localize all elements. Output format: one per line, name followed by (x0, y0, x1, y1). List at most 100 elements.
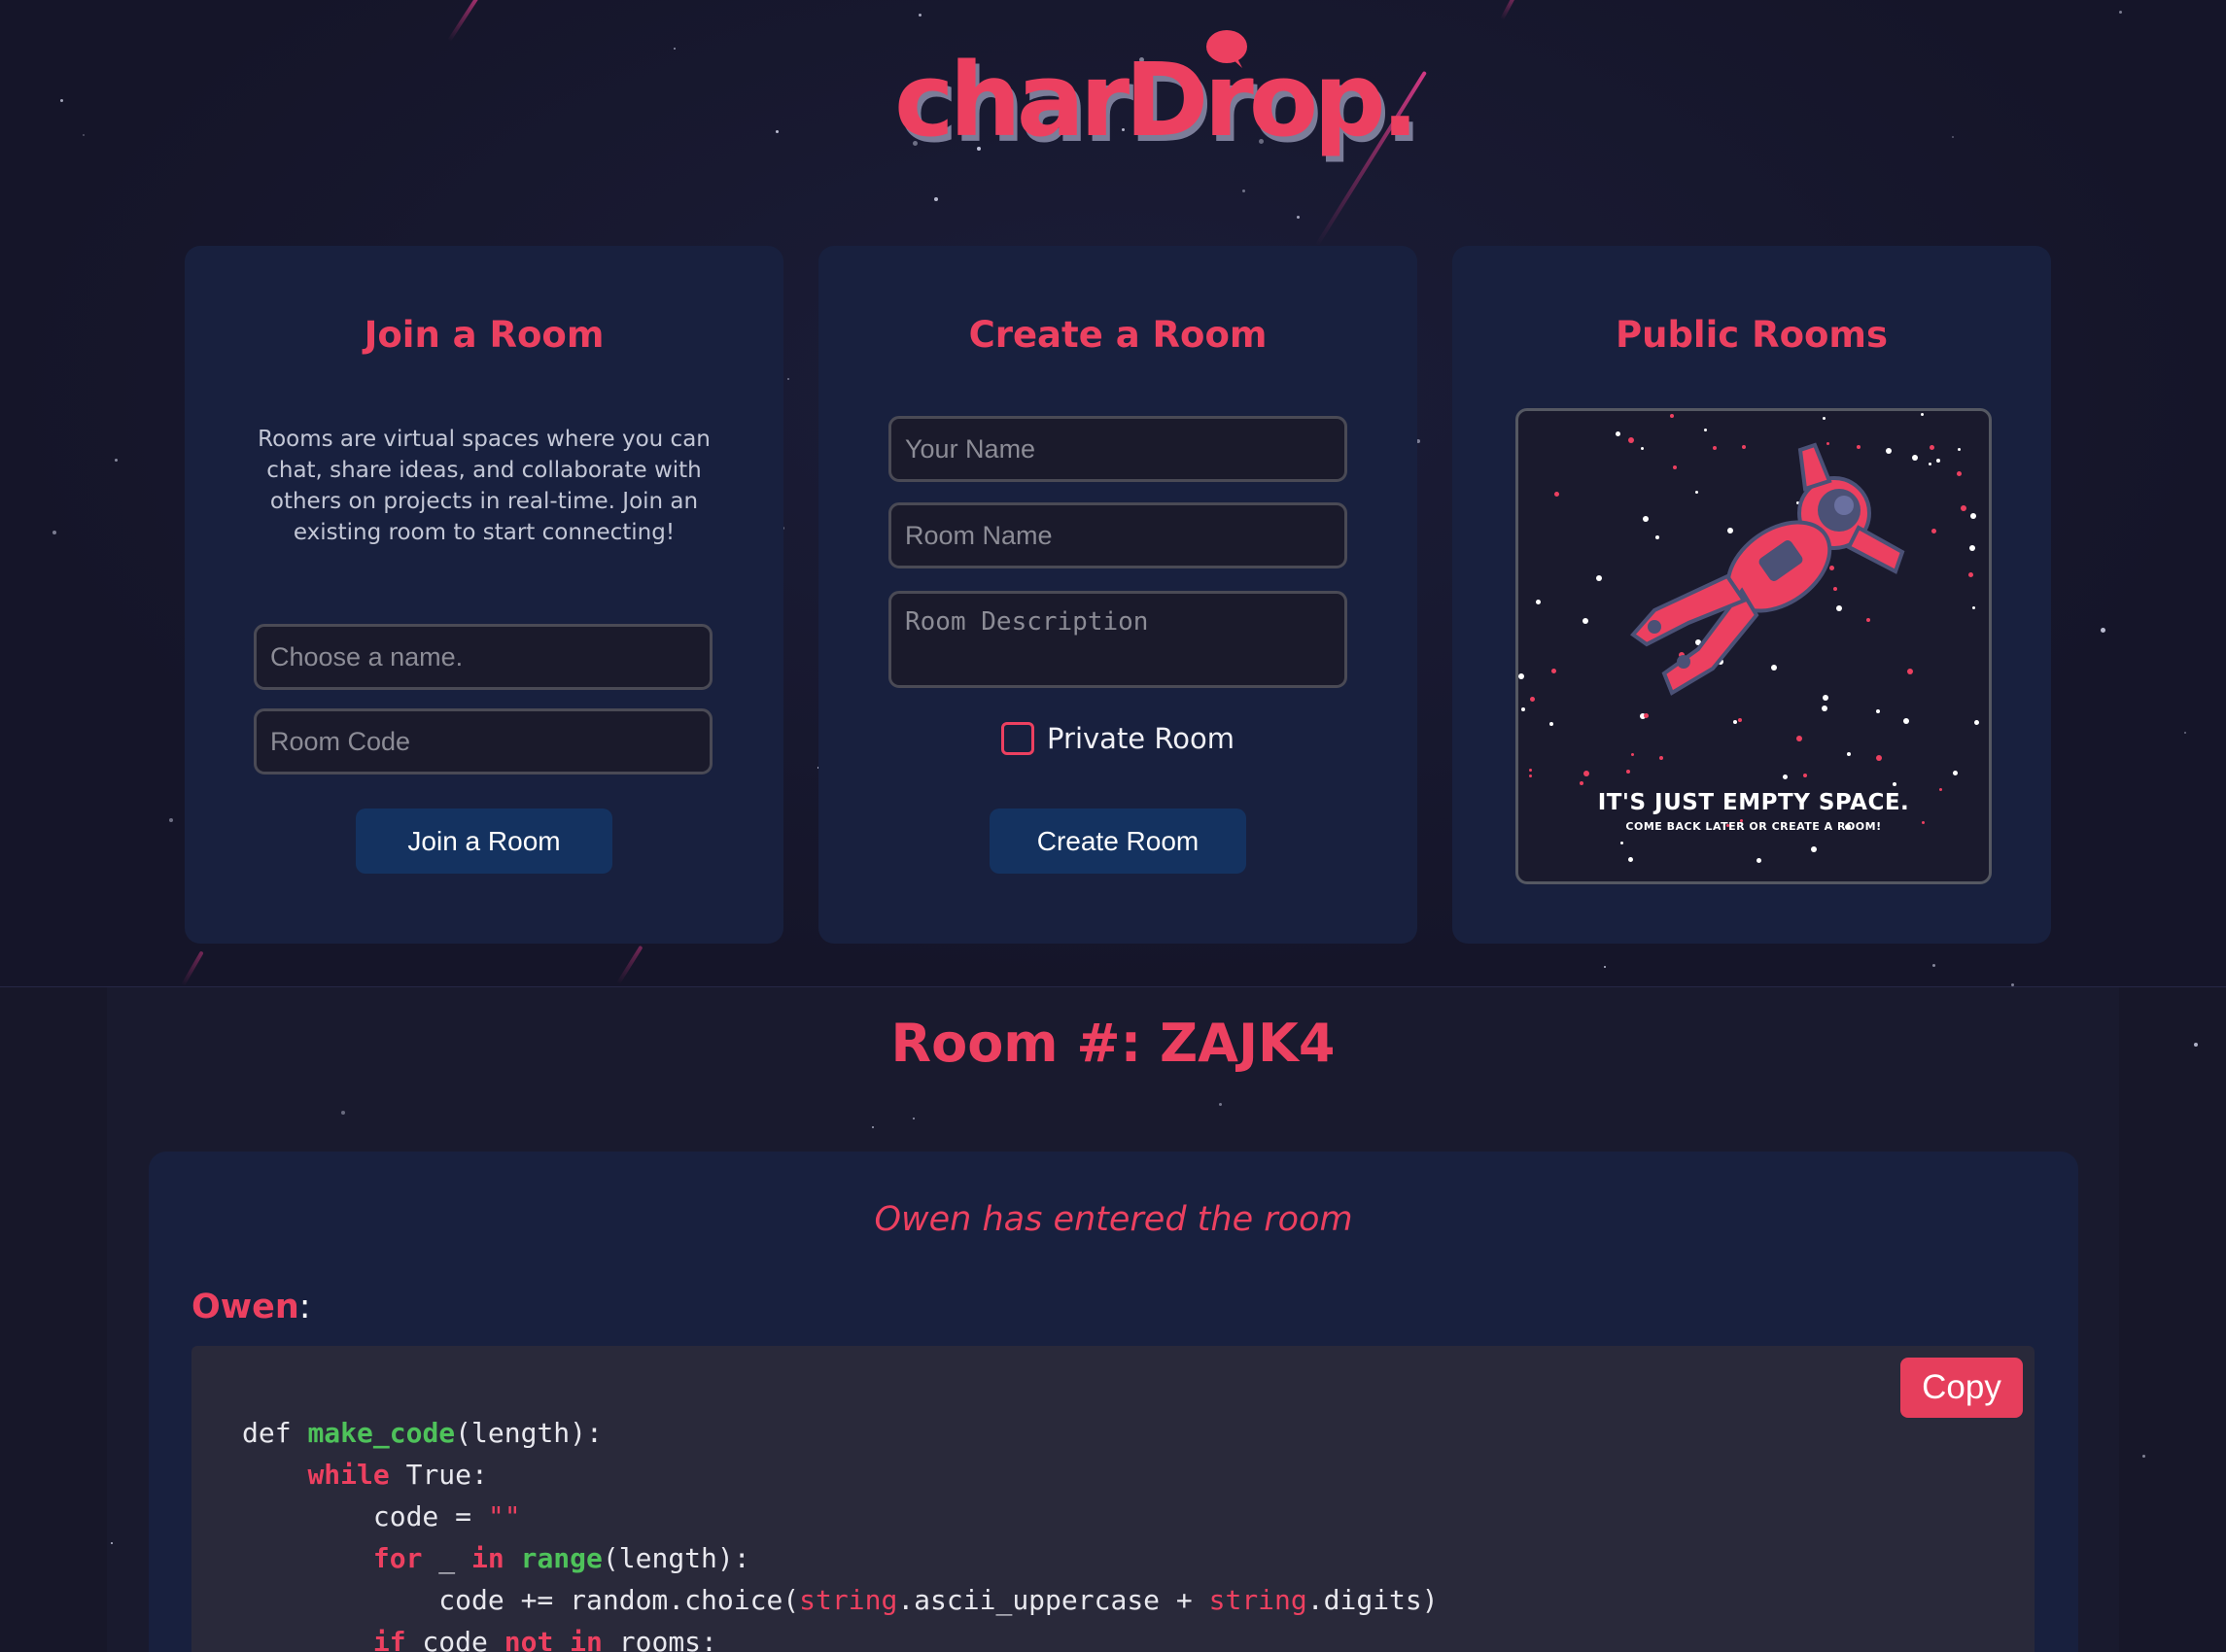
illustration-star (1893, 782, 1896, 786)
star (1952, 136, 1954, 138)
public-rooms-title: Public Rooms (1615, 314, 1889, 356)
code-line: code = "" (242, 1500, 521, 1532)
star (60, 99, 63, 102)
star (787, 378, 789, 380)
code-line: while True: (242, 1459, 488, 1491)
empty-space-title: IT'S JUST EMPTY SPACE. (1597, 790, 1910, 815)
code-token: code += random.choice( (242, 1584, 800, 1616)
illustration-star (1803, 774, 1807, 777)
code-token: (length): (602, 1542, 750, 1574)
star (2119, 11, 2122, 14)
room-title: Room #: ZAJK4 (890, 1013, 1336, 1074)
code-token: True: (389, 1459, 488, 1491)
star (341, 1111, 345, 1115)
create-room-card: Create a Room Private Room Create Room (818, 246, 1417, 944)
code-token: range (520, 1542, 603, 1574)
star (1219, 1103, 1222, 1106)
code-line: def make_code(length): (242, 1417, 603, 1449)
app-logo[interactable]: charDrop. (894, 19, 1419, 159)
star (934, 197, 938, 201)
illustration-star (1783, 774, 1788, 779)
illustration-star (1583, 771, 1589, 776)
private-room-label[interactable]: Private Room (1047, 722, 1235, 755)
code-line: code += random.choice(string.ascii_upper… (242, 1584, 1439, 1616)
private-room-option[interactable]: Private Room (818, 722, 1417, 755)
illustration-star (1626, 770, 1630, 774)
choose-name-input[interactable] (254, 624, 713, 690)
code-token: not in (504, 1626, 603, 1652)
star (674, 48, 676, 50)
public-rooms-card: Public Rooms IT'S JUST EMPTY SPACE. COME… (1452, 246, 2051, 944)
create-room-button[interactable]: Create Room (990, 809, 1246, 874)
code-token: .ascii_uppercase + (897, 1584, 1209, 1616)
star (2011, 983, 2014, 986)
illustration-star (1811, 846, 1817, 852)
speech-bubble-icon (1206, 30, 1247, 68)
code-token: while (307, 1459, 390, 1491)
join-room-button[interactable]: Join a Room (356, 809, 612, 874)
author-suffix: : (298, 1288, 311, 1326)
code-block[interactable]: Copy def make_code(length): while True: … (191, 1346, 2035, 1652)
join-room-description: Rooms are virtual spaces where you can c… (258, 427, 711, 545)
room-name-input[interactable] (888, 502, 1347, 568)
illustration-star (1529, 769, 1532, 772)
star (776, 130, 779, 133)
star (83, 134, 85, 136)
astronaut-icon (1630, 442, 1905, 696)
star (1932, 964, 1935, 967)
star (169, 818, 173, 822)
star (2142, 1455, 2145, 1458)
illustration-star (1580, 781, 1583, 785)
star (919, 14, 922, 17)
star (115, 459, 118, 462)
code-token: make_code (307, 1417, 456, 1449)
star (1297, 216, 1300, 219)
your-name-input[interactable] (888, 416, 1347, 482)
message-author: Owen: (191, 1288, 311, 1326)
illustration-star (1953, 771, 1958, 775)
copy-button[interactable]: Copy (1900, 1358, 2023, 1418)
empty-space-subtitle: COME BACK LATER OR CREATE A ROOM! (1625, 820, 1882, 833)
code-token: string (799, 1584, 898, 1616)
code-token: code (405, 1626, 504, 1652)
star (2101, 628, 2105, 633)
code-token: rooms: (602, 1626, 717, 1652)
star (2184, 732, 2186, 734)
star (913, 1118, 915, 1119)
empty-space-illustration: IT'S JUST EMPTY SPACE. COME BACK LATER O… (1515, 408, 1992, 884)
code-token: .digits) (1306, 1584, 1439, 1616)
author-name: Owen (191, 1288, 299, 1326)
code-token: (length): (455, 1417, 603, 1449)
illustration-star (1620, 842, 1623, 844)
code-token: "" (487, 1500, 521, 1532)
star (1242, 189, 1245, 192)
code-token: code = (242, 1500, 488, 1532)
join-room-card: Join a Room Rooms are virtual spaces whe… (185, 246, 783, 944)
star (111, 1542, 113, 1544)
logo-text: charDrop. (894, 41, 1419, 159)
illustration-star (1756, 858, 1761, 863)
code-token: in (471, 1542, 504, 1574)
star (52, 531, 56, 534)
code-token: _ (422, 1542, 472, 1574)
star (1604, 966, 1606, 968)
room-code-input[interactable] (254, 708, 713, 774)
code-content[interactable]: def make_code(length): while True: code … (242, 1412, 1439, 1652)
illustration-star (1529, 774, 1532, 777)
create-room-title: Create a Room (968, 314, 1268, 356)
code-line: if code not in rooms: (242, 1626, 717, 1652)
private-room-checkbox[interactable] (1001, 722, 1035, 755)
code-token: def (242, 1417, 308, 1449)
code-token: if (372, 1626, 406, 1652)
illustration-star (1628, 857, 1633, 862)
code-token: string (1208, 1584, 1307, 1616)
star (872, 1126, 874, 1128)
system-message: Owen has entered the room (874, 1200, 1353, 1239)
chat-panel: Owen has entered the room Owen: Copy def… (149, 1152, 2078, 1652)
join-room-title: Join a Room (364, 314, 605, 356)
room-description-input[interactable] (888, 591, 1347, 688)
